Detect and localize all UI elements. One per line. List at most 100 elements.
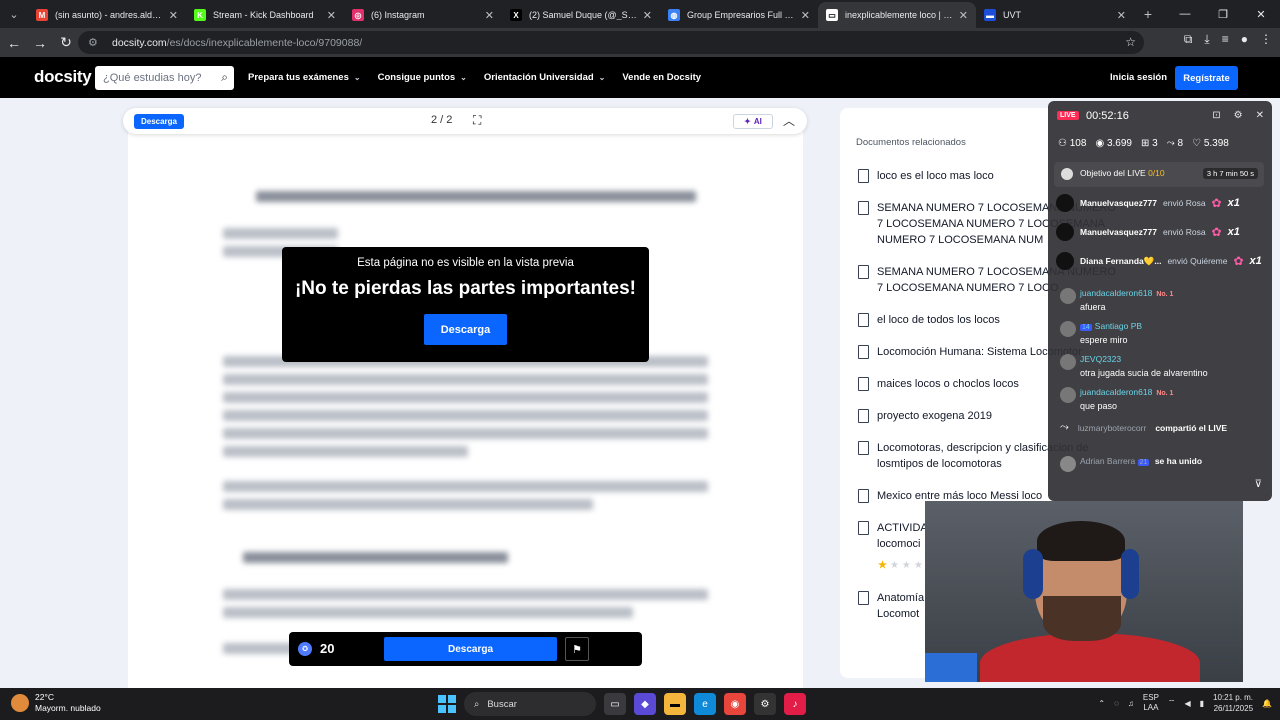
browser-tab[interactable]: ◍ Group Empresarios Full CJ Colo ✕ <box>660 2 818 28</box>
nav-menu-item[interactable]: Prepara tus exámenes ⌄ <box>248 72 361 83</box>
menu-icon[interactable]: ⋮ <box>1260 32 1272 47</box>
chat-username[interactable]: JEVQ2323 <box>1080 354 1121 364</box>
mic-icon[interactable]: ♫ <box>1128 699 1134 708</box>
tab-search-icon[interactable]: ⌄ <box>0 0 28 28</box>
live-timer: 00:52:16 <box>1086 110 1129 122</box>
paywall-download-button[interactable]: Descarga <box>424 314 507 345</box>
tab-close-icon[interactable]: ✕ <box>801 9 810 22</box>
live-stats: ⚇ 108 ◉ 3.699 ⊞ 3 ⤳ 8 ♡ 5.398 <box>1058 138 1229 149</box>
document-toolbar: Descarga 2 / 2 ⛶ ✦ AI ︿ <box>123 108 807 134</box>
chat-username[interactable]: 14 Santiago PB <box>1080 321 1142 331</box>
eye-icon: ◉ <box>1095 138 1107 149</box>
fullscreen-icon[interactable]: ⛶ <box>473 113 481 128</box>
settings-icon[interactable]: ⚙ <box>1234 110 1243 121</box>
points-icon: ✪ <box>298 642 312 656</box>
profile-avatar[interactable]: ● <box>1241 32 1248 47</box>
url-input[interactable]: ⚙ docsity.com/es/docs/inexplicablemente-… <box>78 31 1144 54</box>
tab-close-icon[interactable]: ✕ <box>1117 9 1126 22</box>
task-view-icon[interactable]: ▭ <box>604 693 626 715</box>
settings-app-icon[interactable]: ⚙ <box>754 693 776 715</box>
live-goal[interactable]: Objetivo del LIVE 0/10 3 h 7 min 50 s <box>1054 162 1264 187</box>
tab-close-icon[interactable]: ✕ <box>169 9 178 22</box>
related-document-title: proyecto exogena 2019 <box>877 410 992 422</box>
copilot-icon[interactable]: ◆ <box>634 693 656 715</box>
search-icon[interactable]: ⌕ <box>221 70 228 85</box>
rose-icon: ✿ <box>1233 254 1244 268</box>
tab-label: (6) Instagram <box>371 10 425 20</box>
views-stat: ◉ 3.699 <box>1095 138 1132 149</box>
related-document-link[interactable]: ACTIVIDAD locomoci <box>858 520 936 552</box>
close-window-icon[interactable]: ✕ <box>1242 0 1280 28</box>
tab-close-icon[interactable]: ✕ <box>643 9 652 22</box>
browser-tab[interactable]: ▭ inexplicablemente loco | Resúm ✕ <box>818 2 976 28</box>
reload-icon[interactable]: ↻ <box>54 31 78 55</box>
browser-tab[interactable]: ▬ UVT ✕ <box>976 2 1134 28</box>
close-icon[interactable]: ✕ <box>1256 110 1264 121</box>
joined-line: Adrian Barrera 21 se ha unido <box>1080 456 1203 466</box>
clock[interactable]: 10:21 p. m. 26/11/2025 <box>1213 692 1253 714</box>
login-link[interactable]: Inicia sesión <box>1110 72 1167 83</box>
maximize-icon[interactable]: ❐ <box>1204 0 1242 28</box>
lock-icon[interactable]: ⊡ <box>1212 110 1220 121</box>
blurred-text <box>223 499 593 510</box>
start-icon[interactable] <box>438 695 456 713</box>
extensions-icon[interactable]: ⧉ <box>1184 32 1193 47</box>
forward-icon[interactable]: → <box>28 31 52 55</box>
tab-close-icon[interactable]: ✕ <box>959 9 968 22</box>
nav-menu-item[interactable]: Orientación Universidad ⌄ <box>484 72 606 83</box>
taskbar-search[interactable]: ⌕ Buscar <box>464 692 596 716</box>
tab-close-icon[interactable]: ✕ <box>485 9 494 22</box>
search-input[interactable]: ¿Qué estudias hoy? ⌕ <box>95 66 234 90</box>
browser-tab[interactable]: M (sin asunto) - andres.aldana071 ✕ <box>28 2 186 28</box>
toolbar-download-button[interactable]: Descarga <box>134 114 184 129</box>
chevron-down-icon: ⌄ <box>460 73 467 82</box>
weather-widget[interactable]: 22°C Mayorm. nublado <box>11 692 101 714</box>
download-icon[interactable]: ⤓ <box>1204 32 1209 47</box>
globe-icon: ◍ <box>668 9 680 21</box>
chat-username[interactable]: juandacalderon618 No. 1 <box>1080 288 1173 298</box>
docsity-header: docsity ¿Qué estudias hoy? ⌕ Prepara tus… <box>0 57 1280 98</box>
tray-overflow-icon[interactable]: ⌃ <box>1098 699 1105 708</box>
gift-count: x1 <box>1227 197 1240 209</box>
battery-icon[interactable]: ▮ <box>1200 699 1204 708</box>
related-document-link[interactable]: Anatomía Locomot <box>858 590 924 622</box>
bookmark-icon[interactable]: ⚑ <box>565 637 589 661</box>
language-indicator[interactable]: ESP LAA <box>1143 693 1159 713</box>
edge-icon[interactable]: e <box>694 693 716 715</box>
main-menu: Prepara tus exámenes ⌄ Consigue puntos ⌄ Ori… <box>248 57 701 98</box>
download-button[interactable]: Descarga <box>384 637 557 661</box>
browser-tab[interactable]: X (2) Samuel Duque (@_SamuelD ✕ <box>502 2 660 28</box>
blurred-heading <box>243 552 508 563</box>
filter-icon[interactable]: ⊽ <box>1255 479 1262 490</box>
chrome-icon[interactable]: ◉ <box>724 693 746 715</box>
document-icon <box>858 265 869 279</box>
bookmark-star-icon[interactable]: ☆ <box>1125 35 1136 49</box>
ai-button[interactable]: ✦ AI <box>733 114 773 129</box>
network-icon[interactable]: ◌ <box>1114 699 1119 708</box>
tiktok-icon[interactable]: ♪ <box>784 693 806 715</box>
site-info-icon[interactable]: ⚙ <box>88 36 102 49</box>
nav-menu-item[interactable]: Consigue puntos ⌄ <box>378 72 467 83</box>
docsity-icon: ▭ <box>826 9 838 21</box>
document-icon <box>858 313 869 327</box>
wifi-icon[interactable]: ⌔ <box>1168 698 1176 708</box>
back-icon[interactable]: ← <box>2 31 26 55</box>
reading-list-icon[interactable]: ≡ <box>1222 32 1229 47</box>
new-tab-button[interactable]: + <box>1134 0 1162 28</box>
volume-icon[interactable]: ◀ <box>1184 699 1190 708</box>
chat-username[interactable]: juandacalderon618 No. 1 <box>1080 387 1173 397</box>
browser-tab[interactable]: ◎ (6) Instagram ✕ <box>344 2 502 28</box>
blurred-text <box>223 446 468 457</box>
nav-menu-item[interactable]: Vende en Docsity <box>622 72 701 83</box>
collapse-icon[interactable]: ︿ <box>783 112 795 129</box>
goal-icon <box>1061 168 1073 180</box>
file-explorer-icon[interactable]: ▬ <box>664 693 686 715</box>
docsity-logo[interactable]: docsity <box>34 67 92 87</box>
browser-tab[interactable]: K Stream - Kick Dashboard ✕ <box>186 2 344 28</box>
tab-close-icon[interactable]: ✕ <box>327 9 336 22</box>
register-button[interactable]: Regístrate <box>1175 66 1238 90</box>
notifications-icon[interactable]: 🔔 <box>1262 699 1272 708</box>
minimize-icon[interactable]: — <box>1166 0 1204 28</box>
document-icon <box>858 169 869 183</box>
uvt-icon: ▬ <box>984 9 996 21</box>
